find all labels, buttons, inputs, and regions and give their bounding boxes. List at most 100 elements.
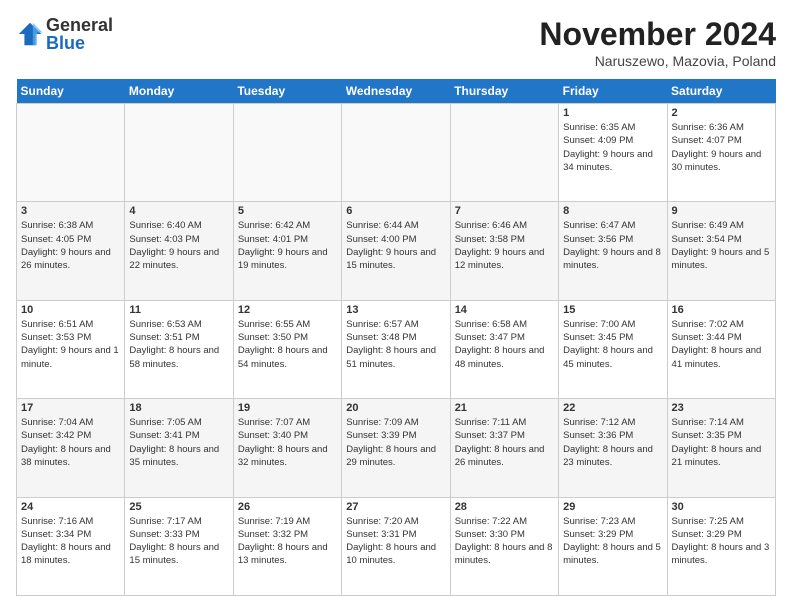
calendar-cell: 4 Sunrise: 6:40 AMSunset: 4:03 PMDaylight… <box>125 202 233 300</box>
calendar-cell: 3Sunrise: 6:38 AMSunset: 4:05 PMDaylight… <box>17 202 125 300</box>
day-info: Sunrise: 7:19 AMSunset: 3:32 PMDaylight:… <box>238 515 337 568</box>
calendar-cell <box>17 104 125 202</box>
header-thursday: Thursday <box>450 79 558 104</box>
header-row: Sunday Monday Tuesday Wednesday Thursday… <box>17 79 776 104</box>
calendar-cell <box>125 104 233 202</box>
day-info: Sunrise: 6:36 AMSunset: 4:07 PMDaylight:… <box>672 121 771 174</box>
calendar-cell: 14Sunrise: 6:58 AMSunset: 3:47 PMDayligh… <box>450 300 558 398</box>
calendar-cell: 1 Sunrise: 6:35 AMSunset: 4:09 PMDaylight… <box>559 104 667 202</box>
calendar-cell: 8 Sunrise: 6:47 AMSunset: 3:56 PMDaylight… <box>559 202 667 300</box>
calendar-cell: 9 Sunrise: 6:49 AMSunset: 3:54 PMDaylight… <box>667 202 775 300</box>
calendar-week-2: 3Sunrise: 6:38 AMSunset: 4:05 PMDaylight… <box>17 202 776 300</box>
location: Naruszewo, Mazovia, Poland <box>539 53 776 69</box>
day-info: Sunrise: 6:46 AMSunset: 3:58 PMDaylight:… <box>455 219 554 272</box>
day-info: Sunrise: 6:38 AMSunset: 4:05 PMDaylight:… <box>21 219 120 272</box>
calendar-week-4: 17Sunrise: 7:04 AMSunset: 3:42 PMDayligh… <box>17 399 776 497</box>
day-info: Sunrise: 7:09 AMSunset: 3:39 PMDaylight:… <box>346 416 445 469</box>
header-monday: Monday <box>125 79 233 104</box>
calendar-week-1: 1 Sunrise: 6:35 AMSunset: 4:09 PMDaylight… <box>17 104 776 202</box>
day-number: 12 <box>238 304 337 316</box>
calendar-cell: 12Sunrise: 6:55 AMSunset: 3:50 PMDayligh… <box>233 300 341 398</box>
calendar-cell: 28Sunrise: 7:22 AMSunset: 3:30 PMDayligh… <box>450 497 558 595</box>
day-info: Sunrise: 7:00 AMSunset: 3:45 PMDaylight:… <box>563 318 662 371</box>
day-number: 4 <box>129 205 228 217</box>
day-number: 19 <box>238 402 337 414</box>
day-number: 2 <box>672 107 771 119</box>
day-info: Sunrise: 7:25 AMSunset: 3:29 PMDaylight:… <box>672 515 771 568</box>
calendar-cell: 17Sunrise: 7:04 AMSunset: 3:42 PMDayligh… <box>17 399 125 497</box>
day-number: 16 <box>672 304 771 316</box>
calendar-cell: 29 Sunrise: 7:23 AMSunset: 3:29 PMDayligh… <box>559 497 667 595</box>
day-info: Sunrise: 7:04 AMSunset: 3:42 PMDaylight:… <box>21 416 120 469</box>
day-info: Sunrise: 6:57 AMSunset: 3:48 PMDaylight:… <box>346 318 445 371</box>
calendar-cell: 11 Sunrise: 6:53 AMSunset: 3:51 PMDayligh… <box>125 300 233 398</box>
day-info: Sunrise: 6:51 AMSunset: 3:53 PMDaylight:… <box>21 318 120 371</box>
calendar-cell: 27Sunrise: 7:20 AMSunset: 3:31 PMDayligh… <box>342 497 450 595</box>
day-info: Sunrise: 6:35 AMSunset: 4:09 PMDaylight:… <box>563 121 662 174</box>
day-info: Sunrise: 6:44 AMSunset: 4:00 PMDaylight:… <box>346 219 445 272</box>
calendar-cell: 18Sunrise: 7:05 AMSunset: 3:41 PMDayligh… <box>125 399 233 497</box>
day-number: 14 <box>455 304 554 316</box>
calendar-cell: 2 Sunrise: 6:36 AMSunset: 4:07 PMDaylight… <box>667 104 775 202</box>
calendar-cell: 25Sunrise: 7:17 AMSunset: 3:33 PMDayligh… <box>125 497 233 595</box>
day-number: 9 <box>672 205 771 217</box>
day-number: 1 <box>563 107 662 119</box>
day-info: Sunrise: 7:11 AMSunset: 3:37 PMDaylight:… <box>455 416 554 469</box>
calendar-cell: 5Sunrise: 6:42 AMSunset: 4:01 PMDaylight… <box>233 202 341 300</box>
day-number: 22 <box>563 402 662 414</box>
header-tuesday: Tuesday <box>233 79 341 104</box>
header-saturday: Saturday <box>667 79 775 104</box>
calendar-cell: 20 Sunrise: 7:09 AMSunset: 3:39 PMDayligh… <box>342 399 450 497</box>
day-info: Sunrise: 7:22 AMSunset: 3:30 PMDaylight:… <box>455 515 554 568</box>
logo: General Blue <box>16 16 113 52</box>
day-info: Sunrise: 6:47 AMSunset: 3:56 PMDaylight:… <box>563 219 662 272</box>
calendar-cell <box>450 104 558 202</box>
header-sunday: Sunday <box>17 79 125 104</box>
calendar-cell: 16Sunrise: 7:02 AMSunset: 3:44 PMDayligh… <box>667 300 775 398</box>
day-number: 8 <box>563 205 662 217</box>
calendar-cell <box>342 104 450 202</box>
day-info: Sunrise: 7:14 AMSunset: 3:35 PMDaylight:… <box>672 416 771 469</box>
day-info: Sunrise: 6:40 AMSunset: 4:03 PMDaylight:… <box>129 219 228 272</box>
page: General Blue November 2024 Naruszewo, Ma… <box>0 0 792 612</box>
title-block: November 2024 Naruszewo, Mazovia, Poland <box>539 16 776 69</box>
logo-general-text: General <box>46 16 113 34</box>
day-info: Sunrise: 7:12 AMSunset: 3:36 PMDaylight:… <box>563 416 662 469</box>
calendar-cell: 7 Sunrise: 6:46 AMSunset: 3:58 PMDaylight… <box>450 202 558 300</box>
day-number: 30 <box>672 501 771 513</box>
day-number: 26 <box>238 501 337 513</box>
day-number: 7 <box>455 205 554 217</box>
day-number: 23 <box>672 402 771 414</box>
calendar-cell: 24Sunrise: 7:16 AMSunset: 3:34 PMDayligh… <box>17 497 125 595</box>
calendar-cell: 23 Sunrise: 7:14 AMSunset: 3:35 PMDayligh… <box>667 399 775 497</box>
day-number: 15 <box>563 304 662 316</box>
logo-icon <box>16 20 44 48</box>
day-number: 24 <box>21 501 120 513</box>
calendar-body: 1 Sunrise: 6:35 AMSunset: 4:09 PMDaylight… <box>17 104 776 596</box>
day-info: Sunrise: 6:53 AMSunset: 3:51 PMDaylight:… <box>129 318 228 371</box>
calendar-week-3: 10 Sunrise: 6:51 AMSunset: 3:53 PMDayligh… <box>17 300 776 398</box>
logo-blue-text: Blue <box>46 34 113 52</box>
calendar: Sunday Monday Tuesday Wednesday Thursday… <box>16 79 776 596</box>
day-number: 10 <box>21 304 120 316</box>
calendar-cell: 15 Sunrise: 7:00 AMSunset: 3:45 PMDayligh… <box>559 300 667 398</box>
calendar-header: Sunday Monday Tuesday Wednesday Thursday… <box>17 79 776 104</box>
month-title: November 2024 <box>539 16 776 53</box>
day-info: Sunrise: 7:07 AMSunset: 3:40 PMDaylight:… <box>238 416 337 469</box>
day-number: 21 <box>455 402 554 414</box>
day-number: 20 <box>346 402 445 414</box>
calendar-cell: 30 Sunrise: 7:25 AMSunset: 3:29 PMDayligh… <box>667 497 775 595</box>
calendar-cell: 13Sunrise: 6:57 AMSunset: 3:48 PMDayligh… <box>342 300 450 398</box>
day-number: 29 <box>563 501 662 513</box>
calendar-cell <box>233 104 341 202</box>
logo-text: General Blue <box>46 16 113 52</box>
day-number: 18 <box>129 402 228 414</box>
header-friday: Friday <box>559 79 667 104</box>
calendar-table: Sunday Monday Tuesday Wednesday Thursday… <box>16 79 776 596</box>
header: General Blue November 2024 Naruszewo, Ma… <box>16 16 776 69</box>
day-info: Sunrise: 7:23 AMSunset: 3:29 PMDaylight:… <box>563 515 662 568</box>
day-number: 6 <box>346 205 445 217</box>
day-info: Sunrise: 6:49 AMSunset: 3:54 PMDaylight:… <box>672 219 771 272</box>
day-number: 11 <box>129 304 228 316</box>
header-wednesday: Wednesday <box>342 79 450 104</box>
